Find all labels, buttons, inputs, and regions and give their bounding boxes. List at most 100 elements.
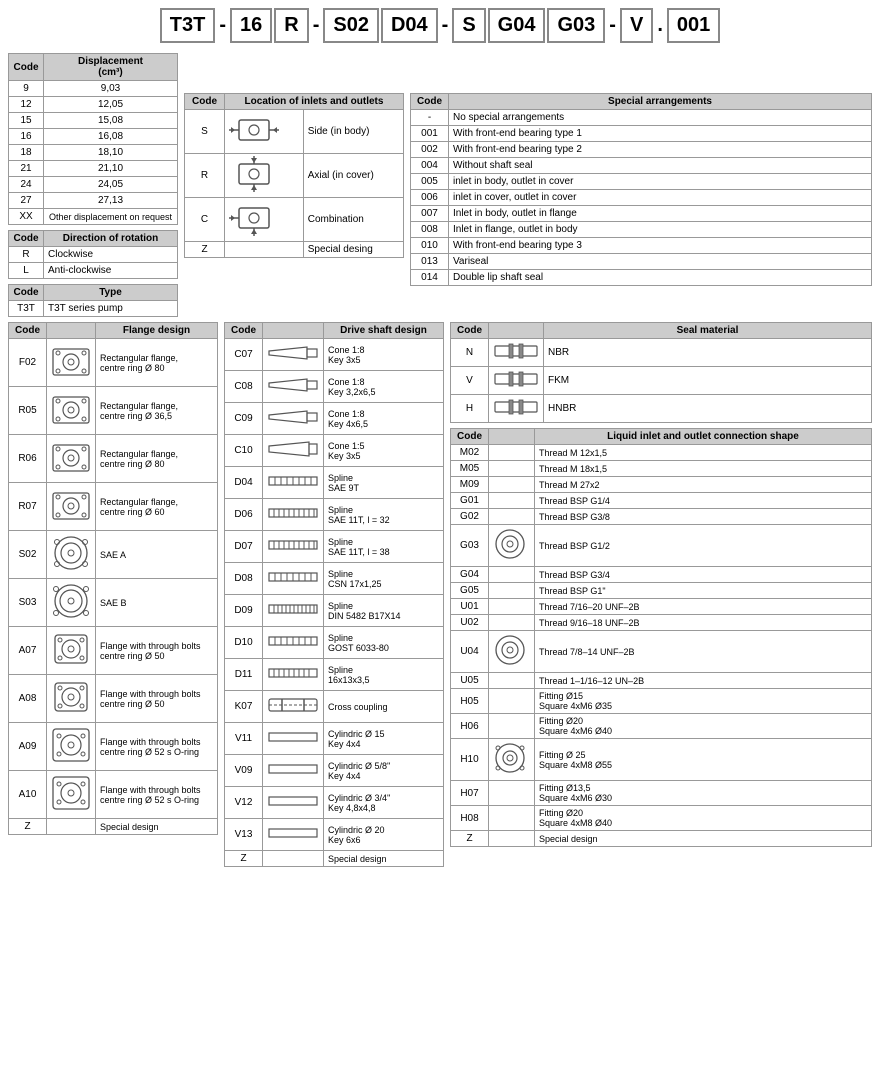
shaft-code: V12: [225, 787, 263, 819]
table-row: Z Special desing: [185, 242, 404, 258]
shaft-code: C08: [225, 371, 263, 403]
drive-shaft-col: Code Drive shaft design C07: [224, 322, 444, 867]
flange-code: S02: [9, 531, 47, 579]
shaft-icon-cell: [263, 339, 324, 371]
d10-shaft-icon: [267, 629, 319, 653]
disp-code: 15: [9, 113, 44, 129]
table-row: H05 Fitting Ø15Square 4xM6 Ø35: [451, 689, 872, 714]
shaft-icon-cell: [263, 755, 324, 787]
nbr-seal-icon: [493, 341, 539, 361]
liquid-icon-cell: [489, 739, 535, 781]
flange-code: Z: [9, 819, 47, 835]
hnbr-seal-icon: [493, 397, 539, 417]
flange-icon-cell: [47, 339, 96, 387]
sp-code: 013: [411, 254, 449, 270]
table-row: G04 Thread BSP G3/4: [451, 567, 872, 583]
shaft-label: SplineSAE 9T: [324, 467, 444, 499]
rot-code: R: [9, 247, 44, 263]
table-row: S03 SAE B: [9, 579, 218, 627]
inlets-table: Code Location of inlets and outlets S: [184, 93, 404, 258]
liquid-icon-cell: [489, 599, 535, 615]
code-r: R: [274, 8, 308, 43]
disp-code: 24: [9, 177, 44, 193]
disp-code: 27: [9, 193, 44, 209]
shaft-label: Cylindric Ø 20Key 6x6: [324, 819, 444, 851]
sp-val: No special arrangements: [449, 110, 872, 126]
seal-label: FKM: [544, 367, 872, 395]
flange-icon-cell: [47, 771, 96, 819]
sp-val: Double lip shaft seal: [449, 270, 872, 286]
shaft-icon-cell: [263, 595, 324, 627]
sp-val: With front-end bearing type 3: [449, 238, 872, 254]
disp-code: XX: [9, 209, 44, 225]
liquid-label: Fitting Ø13,5Square 4xM6 Ø30: [535, 781, 872, 806]
inlet-icon: [225, 110, 304, 154]
table-row: 004Without shaft seal: [411, 158, 872, 174]
table-row: H07 Fitting Ø13,5Square 4xM6 Ø30: [451, 781, 872, 806]
liquid-code: H07: [451, 781, 489, 806]
table-row: V13 Cylindric Ø 20Key 6x6: [225, 819, 444, 851]
c08-shaft-icon: [267, 373, 319, 397]
sp-code: 005: [411, 174, 449, 190]
table-row: U02 Thread 9/16–18 UNF–2B: [451, 615, 872, 631]
table-row: 005inlet in body, outlet in cover: [411, 174, 872, 190]
dash-3: -: [440, 14, 451, 37]
flange-code: A09: [9, 723, 47, 771]
bottom-right-col: Code Seal material N: [450, 322, 872, 847]
seal-code: H: [451, 395, 489, 423]
flange-icon-cell: [47, 387, 96, 435]
seal-code: V: [451, 367, 489, 395]
disp-code: 18: [9, 145, 44, 161]
a07-icon: [51, 629, 91, 669]
shaft-icon-cell: [263, 691, 324, 723]
table-row: G01 Thread BSP G1/4: [451, 493, 872, 509]
flange-label: Flange with through boltscentre ring Ø 5…: [96, 627, 218, 675]
table-row: D07: [225, 531, 444, 563]
top-right-col: Code Special arrangements -No special ar…: [410, 93, 872, 286]
v09-shaft-icon: [267, 757, 319, 781]
liquid-icon-cell: [489, 477, 535, 493]
sp-code: 014: [411, 270, 449, 286]
disp-val: 21,10: [44, 161, 178, 177]
flange-label: SAE A: [96, 531, 218, 579]
table-row: 2424,05: [9, 177, 178, 193]
liquid-icon-cell: [489, 615, 535, 631]
table-row: XXOther displacement on request: [9, 209, 178, 225]
table-row: S02 SAE A: [9, 531, 218, 579]
flange-col-desc: Flange design: [96, 323, 218, 339]
table-row: V11 Cylindric Ø 15Key 4x4: [225, 723, 444, 755]
shaft-label: Cylindric Ø 5/8''Key 4x4: [324, 755, 444, 787]
top-middle-col: Code Location of inlets and outlets S: [184, 93, 404, 258]
liquid-label: Thread M 18x1,5: [535, 461, 872, 477]
flange-design-table: Code Flange design F02: [8, 322, 218, 835]
liquid-code: H06: [451, 714, 489, 739]
a09-icon: [51, 725, 91, 765]
shaft-code: D04: [225, 467, 263, 499]
v11-shaft-icon: [267, 725, 319, 749]
f02-icon: [51, 341, 91, 381]
flange-code: F02: [9, 339, 47, 387]
table-row: R Axial (in cov: [185, 154, 404, 198]
disp-code: 21: [9, 161, 44, 177]
inlet-label: Special desing: [303, 242, 403, 258]
c07-shaft-icon: [267, 341, 319, 365]
r07-icon: [51, 485, 91, 525]
shaft-icon-cell: [263, 467, 324, 499]
table-row: -No special arrangements: [411, 110, 872, 126]
displacement-col-value: Displacement(cm³): [44, 54, 178, 81]
flange-icon-cell: [47, 531, 96, 579]
table-row: U01 Thread 7/16–20 UNF–2B: [451, 599, 872, 615]
rot-code: L: [9, 263, 44, 279]
liquid-code: U01: [451, 599, 489, 615]
liquid-icon-cell: [489, 509, 535, 525]
seal-label: NBR: [544, 339, 872, 367]
flange-label: Flange with through boltscentre ring Ø 5…: [96, 723, 218, 771]
displacement-table: Code Displacement(cm³) 99,03 1212,05 151…: [8, 53, 178, 225]
liquid-code: M05: [451, 461, 489, 477]
shaft-icon-cell: [263, 723, 324, 755]
liquid-code: G04: [451, 567, 489, 583]
table-row: 002With front-end bearing type 2: [411, 142, 872, 158]
sp-val: With front-end bearing type 2: [449, 142, 872, 158]
sp-val: Inlet in flange, outlet in body: [449, 222, 872, 238]
sp-code: 007: [411, 206, 449, 222]
